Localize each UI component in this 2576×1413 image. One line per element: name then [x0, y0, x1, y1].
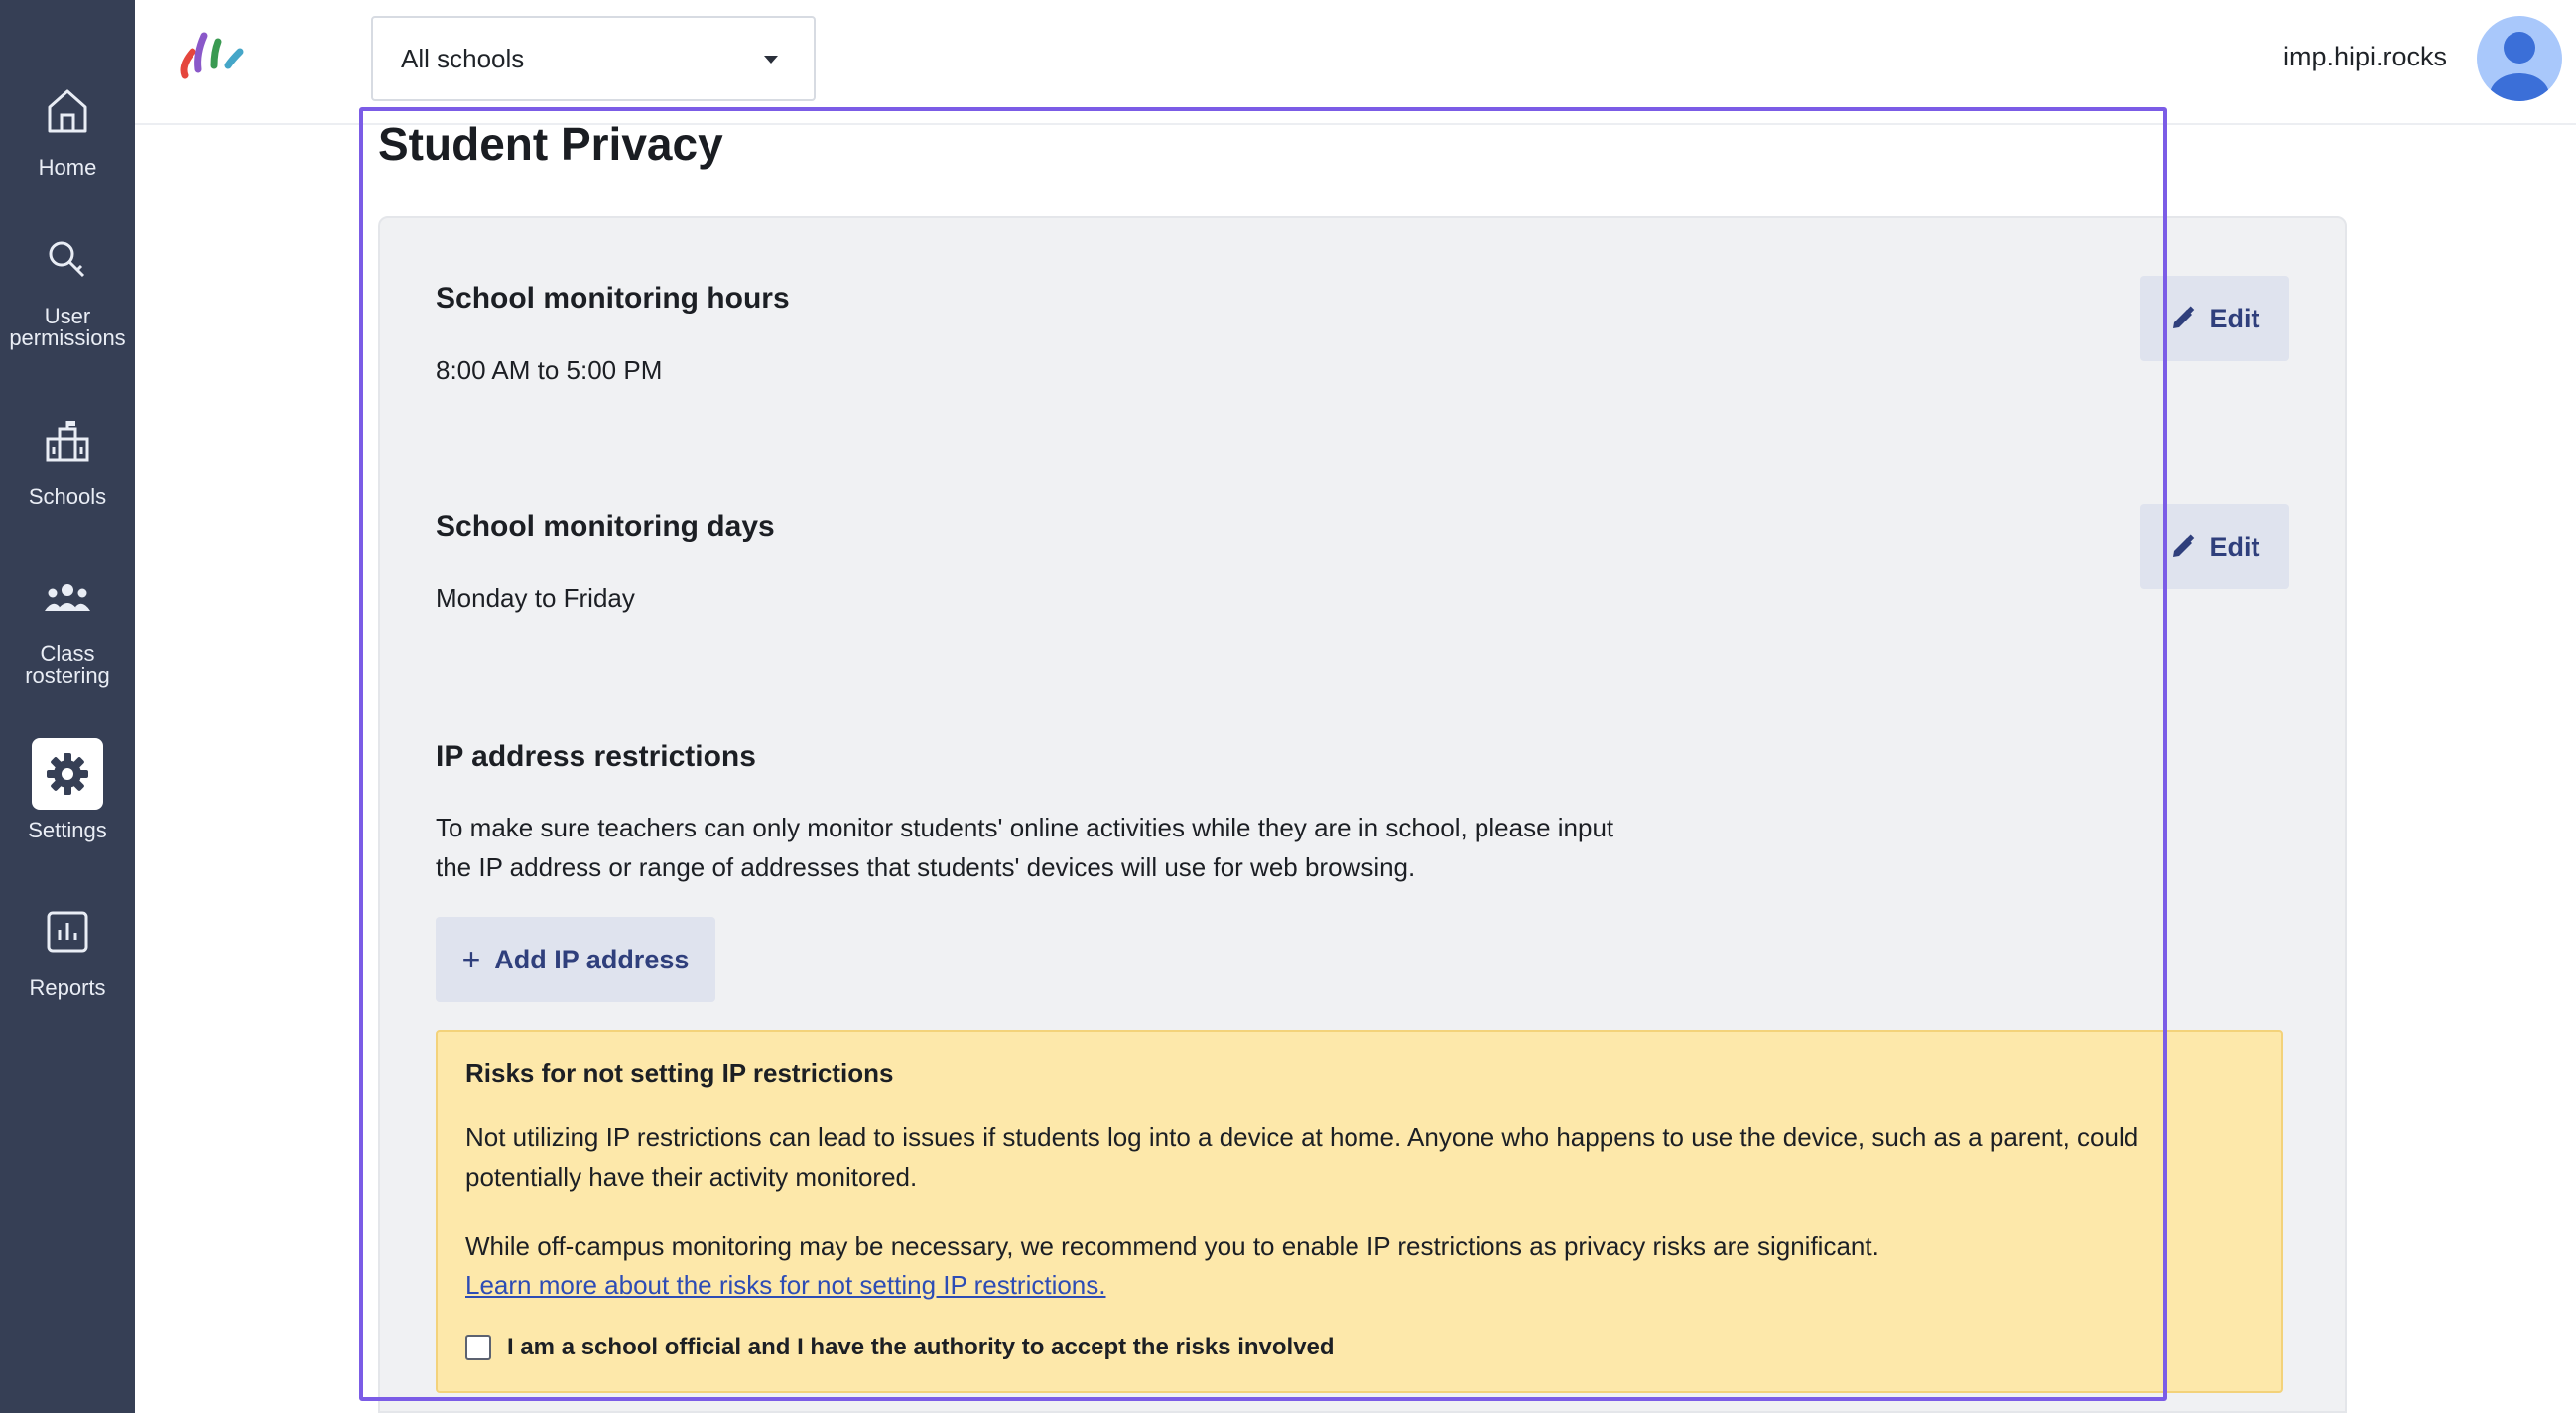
school-building-icon: [32, 405, 103, 476]
sidebar-item-class-rostering[interactable]: Class rostering: [0, 562, 135, 687]
school-select-dropdown[interactable]: All schools: [371, 16, 816, 101]
sidebar-item-label: User permissions: [9, 304, 126, 350]
group-icon: [32, 562, 103, 633]
username: imp.hipi.rocks: [2282, 42, 2447, 71]
avatar[interactable]: [2477, 16, 2562, 101]
gear-icon: [32, 738, 103, 810]
sidebar: Home User permissions Schools Class rost…: [0, 0, 135, 1413]
focus-highlight-frame: [359, 107, 2167, 1401]
school-select-value: All schools: [401, 43, 525, 73]
chevron-down-icon: [764, 56, 778, 64]
sidebar-item-label: Settings: [28, 818, 107, 842]
pencil-icon: [2172, 534, 2194, 557]
sidebar-item-label: Reports: [29, 975, 106, 1000]
home-icon: [32, 75, 103, 147]
key-icon: [32, 224, 103, 296]
edit-label: Edit: [2209, 531, 2260, 562]
sidebar-item-home[interactable]: Home: [0, 75, 135, 179]
sidebar-item-user-permissions[interactable]: User permissions: [0, 224, 135, 349]
sidebar-item-label: Schools: [28, 484, 107, 509]
edit-label: Edit: [2209, 303, 2260, 333]
sidebar-item-settings[interactable]: Settings: [0, 738, 135, 841]
pencil-icon: [2172, 306, 2194, 328]
app-logo[interactable]: [175, 30, 254, 79]
sidebar-item-label: Class rostering: [25, 641, 110, 688]
report-chart-icon: [32, 896, 103, 967]
sidebar-item-schools[interactable]: Schools: [0, 405, 135, 508]
sidebar-item-label: Home: [38, 155, 97, 180]
sidebar-item-reports[interactable]: Reports: [0, 896, 135, 999]
